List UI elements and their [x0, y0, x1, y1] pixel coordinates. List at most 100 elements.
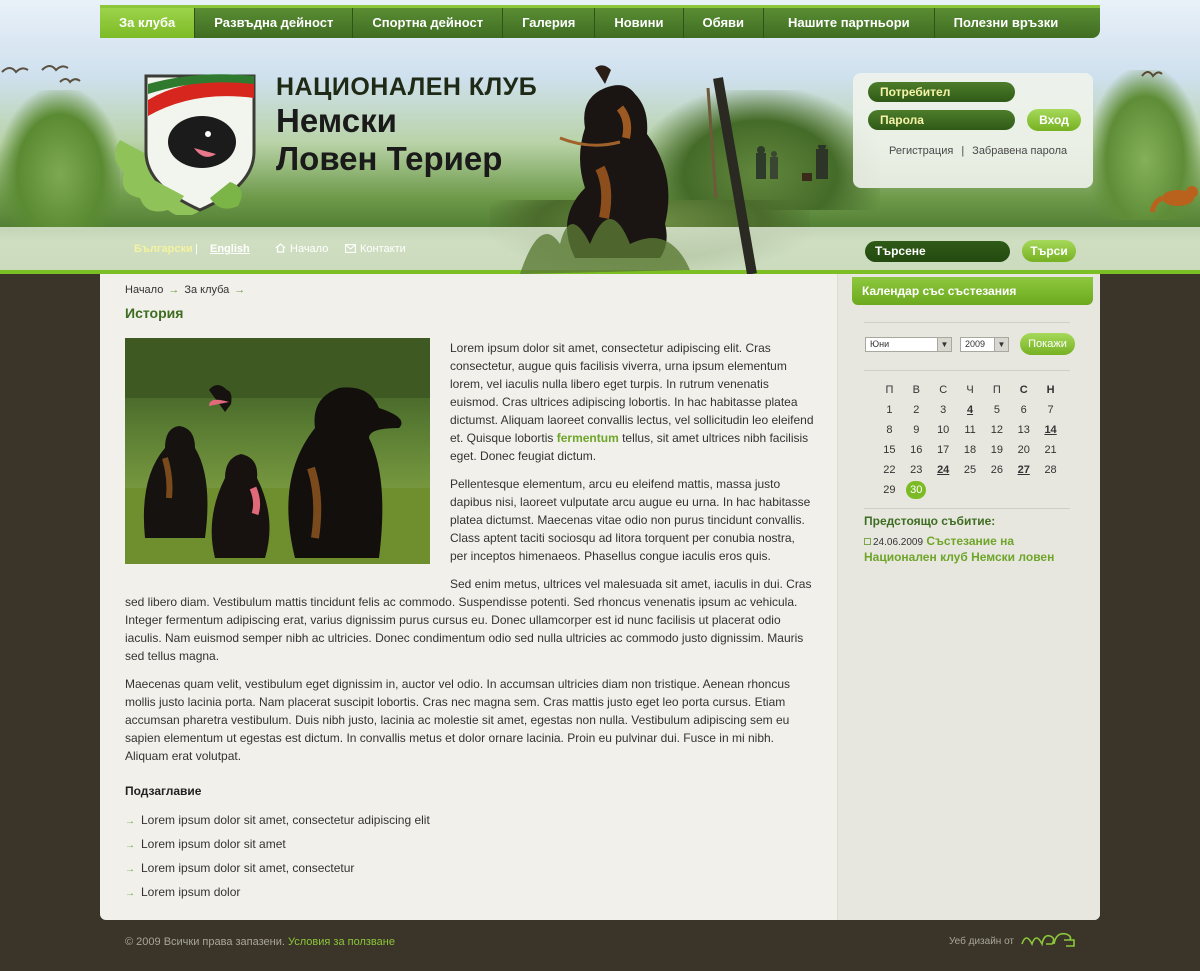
week-row: 8 9 10 11 12 13 14 — [876, 420, 1064, 440]
divider — [864, 370, 1070, 371]
calendar-day-today[interactable]: 30 — [903, 480, 930, 500]
contacts-link[interactable]: Контакти — [345, 243, 406, 255]
page-title: История — [125, 305, 184, 321]
nav-item-gallery[interactable]: Галерия — [503, 8, 596, 38]
copyright-text: © 2009 Всички права запазени. — [125, 936, 285, 948]
search-button[interactable]: Търси — [1022, 240, 1076, 262]
calendar-day[interactable]: 8 — [876, 420, 903, 440]
calendar-day[interactable]: 12 — [983, 420, 1010, 440]
home-link[interactable]: Начало — [275, 243, 328, 255]
calendar-day[interactable]: 11 — [957, 420, 984, 440]
calendar-day[interactable]: 22 — [876, 460, 903, 480]
week-row: 29 30 — [876, 480, 1064, 500]
year-select[interactable]: 2009 ▼ — [960, 337, 1009, 352]
calendar-day[interactable]: 29 — [876, 480, 903, 500]
calendar-day[interactable]: 2 — [903, 400, 930, 420]
breadcrumb-arrow-icon: → — [168, 284, 180, 296]
weekday: П — [992, 384, 1001, 396]
nav-item-news[interactable]: Новини — [595, 8, 684, 38]
calendar-day[interactable]: 7 — [1037, 400, 1064, 420]
calendar-day[interactable]: 19 — [983, 440, 1010, 460]
club-logo-icon[interactable] — [110, 70, 260, 215]
weekday: Н — [1046, 384, 1055, 396]
calendar-day[interactable]: 16 — [903, 440, 930, 460]
nav-item-links[interactable]: Полезни връзки — [935, 8, 1078, 38]
month-select[interactable]: Юни ▼ — [865, 337, 952, 352]
week-row: 15 16 17 18 19 20 21 — [876, 440, 1064, 460]
arrow-bullet-icon: → — [125, 840, 135, 851]
paragraph-3: Sed enim metus, ultrices vel malesuada s… — [125, 577, 812, 663]
calendar-day[interactable]: 6 — [1010, 400, 1037, 420]
calendar-day[interactable]: 25 — [957, 460, 984, 480]
calendar-day-event[interactable]: 4 — [957, 400, 984, 420]
calendar-day-empty — [930, 480, 957, 500]
calendar-day-empty — [957, 480, 984, 500]
calendar-day-event[interactable]: 27 — [1010, 460, 1037, 480]
upcoming-event[interactable]: 24.06.2009 Състезание на Национален клуб… — [864, 534, 1074, 564]
password-input[interactable]: Парола — [868, 110, 1015, 130]
envelope-icon — [345, 244, 356, 253]
week-row: 1 2 3 4 5 6 7 — [876, 400, 1064, 420]
dogs-photo — [125, 338, 430, 564]
arrow-bullet-icon: → — [125, 816, 135, 827]
weekday: Ч — [966, 384, 974, 396]
weekday: В — [912, 384, 920, 396]
show-button[interactable]: Покажи — [1020, 333, 1075, 355]
calendar-day[interactable]: 5 — [983, 400, 1010, 420]
nav-item-partners[interactable]: Нашите партньори — [764, 8, 935, 38]
terms-link[interactable]: Условия за ползване — [288, 936, 395, 948]
calendar-day[interactable]: 13 — [1010, 420, 1037, 440]
forest-left — [0, 90, 120, 230]
calendar-day[interactable]: 28 — [1037, 460, 1064, 480]
calendar-day-event[interactable]: 14 — [1037, 420, 1064, 440]
nav-item-ads[interactable]: Обяви — [684, 8, 765, 38]
home-icon — [275, 243, 286, 253]
birds-icon — [1, 65, 81, 84]
breadcrumb-home[interactable]: Начало — [125, 284, 163, 296]
list-item-text: Lorem ipsum dolor sit amet, consectetur — [141, 861, 355, 875]
designer-logo-icon[interactable] — [1020, 930, 1080, 948]
language-english[interactable]: English — [210, 243, 250, 255]
contacts-link-label: Контакти — [360, 243, 406, 255]
calendar-day[interactable]: 1 — [876, 400, 903, 420]
calendar-day[interactable]: 20 — [1010, 440, 1037, 460]
today-marker: 30 — [906, 481, 927, 499]
register-link[interactable]: Регистрация — [889, 145, 953, 157]
highlight-link[interactable]: fermentum — [557, 431, 619, 445]
calendar-day-event[interactable]: 24 — [930, 460, 957, 480]
forgot-password-link[interactable]: Забравена парола — [972, 145, 1067, 157]
week-row: 22 23 24 25 26 27 28 — [876, 460, 1064, 480]
login-button[interactable]: Вход — [1027, 109, 1081, 131]
site-title: НАЦИОНАЛЕН КЛУБ Немски Ловен Териер — [276, 72, 537, 178]
divider — [864, 508, 1070, 509]
login-links-separator: | — [961, 145, 965, 157]
nav-item-sport[interactable]: Спортна дейност — [353, 8, 504, 38]
nav-item-about[interactable]: За клуба — [100, 8, 196, 38]
breadcrumb-arrow-icon: → — [234, 284, 246, 296]
chevron-down-icon: ▼ — [937, 338, 951, 351]
arrow-bullet-icon: → — [125, 888, 135, 899]
calendar-grid: П В С Ч П С Н 1 2 3 4 5 6 7 8 9 10 11 12… — [876, 380, 1064, 500]
breadcrumb-current[interactable]: За клуба — [184, 284, 229, 296]
username-input[interactable]: Потребител — [868, 82, 1015, 102]
paragraph-1: Lorem ipsum dolor sit amet, consectetur … — [450, 339, 815, 465]
calendar-day[interactable]: 21 — [1037, 440, 1064, 460]
calendar-day[interactable]: 3 — [930, 400, 957, 420]
list-item: → Lorem ipsum dolor sit amet, consectetur… — [125, 810, 430, 834]
calendar-day[interactable]: 26 — [983, 460, 1010, 480]
search-input[interactable]: Търсене — [865, 241, 1010, 262]
calendar-day[interactable]: 10 — [930, 420, 957, 440]
calendar-day[interactable]: 9 — [903, 420, 930, 440]
calendar-day[interactable]: 23 — [903, 460, 930, 480]
calendar-day[interactable]: 15 — [876, 440, 903, 460]
calendar-title: Календар със състезания — [852, 277, 1093, 305]
weekday: П — [885, 384, 894, 396]
language-bulgarian[interactable]: Български — [134, 243, 193, 255]
calendar-day[interactable]: 17 — [930, 440, 957, 460]
nav-item-breeding[interactable]: Развъдна дейност — [195, 8, 354, 38]
footer-copyright: © 2009 Всички права запазени. Условия за… — [125, 936, 395, 948]
calendar-day[interactable]: 18 — [957, 440, 984, 460]
page-content: Начало → За клуба → История Lorem ipsum dol… — [100, 274, 1100, 920]
calendar-day-empty — [1037, 480, 1064, 500]
login-panel: Потребител Парола Вход Регистрация | Забра… — [853, 73, 1093, 188]
